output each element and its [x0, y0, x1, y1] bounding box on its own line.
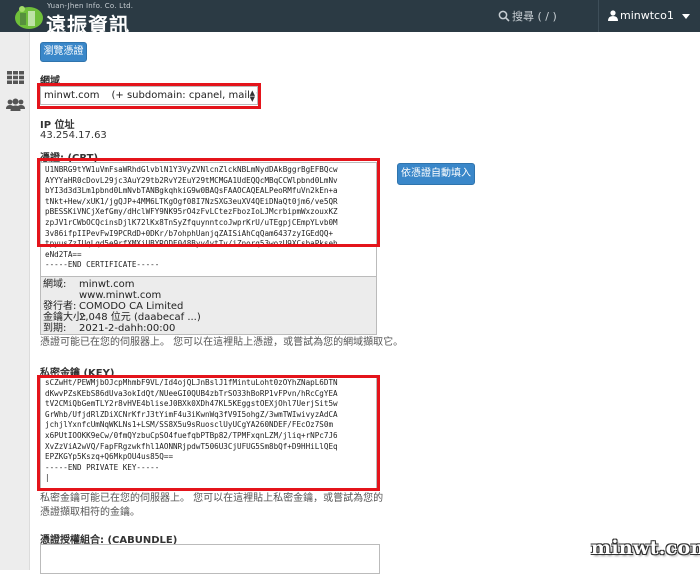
crt-line: bYI3d3d3Lm1pbnd0LmNvbTANBgkqhkiG9w0BAQsF…	[45, 186, 338, 196]
key-line: GrWhb/UfjdRlZDiXCNrKfrJ3tYimF4u3iKwnWq3f…	[45, 409, 338, 419]
detail-row: 到期: 2021-2-dahh:00:00	[41, 323, 376, 334]
key-line: EPZKGYp5Kszq+Q6MkpOU4us85Q==	[45, 452, 174, 462]
key-line: dKwvPZsKEbS86dUva3okIdQt/NUeeGI0QUB4zbTr…	[45, 388, 338, 398]
detail-key: 發行者:	[43, 301, 77, 312]
detail-value: 2,048 位元 (daabecaf ...)	[79, 312, 201, 323]
logo-mark-icon	[15, 6, 43, 29]
grid-icon[interactable]	[7, 71, 24, 84]
crt-line: tNkt+Hew/xUK1/jgQJP+4MM6LTKgOgf08I7NzSXG…	[45, 196, 338, 206]
brand-name: 遠振資訊	[46, 13, 130, 37]
crt-textarea[interactable]: U1NBRG9tYW1uVmFsaWRhdGlvblN1Y3VyZVNlcnZl…	[40, 162, 377, 277]
user-menu[interactable]: minwtco1	[620, 9, 674, 22]
crt-note: 憑證可能已在您的伺服器上。 您可以在這裡貼上憑證，或嘗試為您的網域擷取它。	[40, 337, 404, 348]
chevron-down-icon[interactable]	[682, 14, 690, 19]
autofill-by-certificate-button[interactable]: 依憑證自動填入	[397, 163, 475, 185]
ip-label: IP 位址	[40, 120, 75, 131]
detail-value: 2021-2-dahh:00:00	[79, 323, 176, 334]
select-arrows-icon: ▲ ▼	[249, 89, 255, 103]
domain-value: minwt.com	[44, 90, 100, 101]
key-line: -----END PRIVATE KEY-----	[45, 462, 160, 472]
certificate-details: 網域: minwt.com www.minwt.com 發行者: COMODO CA L…	[40, 277, 377, 335]
watermark-text: minwt.com	[591, 537, 700, 559]
key-textarea[interactable]: sCZwHt/PEWMjbOJcpMhmbF9VL/Id4ojQLJnBslJ1…	[40, 375, 377, 490]
divider	[598, 0, 599, 32]
crt-line: AYYYaHR0cDovL29jc3AuY29tb2RvY2EuY29tMCMG…	[45, 175, 338, 185]
ip-value: 43.254.17.63	[40, 130, 107, 141]
browse-certificates-button[interactable]: 瀏覽憑證	[40, 42, 87, 62]
search-input[interactable]	[512, 7, 582, 25]
user-icon	[608, 10, 618, 21]
crt-line: zpJV1rCWbOCQcinsDjlK72lKx8TnSyZfquynntco…	[45, 217, 338, 227]
detail-value: www.minwt.com	[79, 290, 162, 301]
crt-line: tpyusZzIUqLqd5e9rfXMXiUBYRQDE048Byv4vtTv…	[45, 239, 338, 249]
domain-select[interactable]: minwt.com (+ subdomain: cpanel, mail, web…	[40, 86, 258, 105]
detail-row: 金鑰大小: 2,048 位元 (daabecaf ...)	[41, 312, 376, 323]
users-icon[interactable]	[6, 98, 25, 111]
detail-value: minwt.com	[79, 279, 135, 290]
crt-line: 3v86ifpIIPevFwI9PCRdD+0DKr/b7ohphUanjqZA…	[45, 228, 334, 238]
key-line: tV2CMiQbGemTLY2r8vHVE4bliseJ0BXk0XDh47KL…	[45, 399, 338, 409]
crt-line: eNd2TA==	[45, 249, 82, 259]
crt-line: pBESSKiVNCjXefGmy/dHclWFY9NK95rO4zFvLCte…	[45, 207, 338, 217]
domain-label: 網域	[40, 76, 60, 87]
domain-subdomains: (+ subdomain: cpanel, mail, webdisk, v	[111, 90, 258, 101]
top-bar: Yuan-Jhen Info. Co. Ltd. 遠振資訊 minwtco1	[0, 0, 700, 37]
key-line: jchjlYxnfcUmNqWKLNs1+LSM/SS8X5u9sRuosclU…	[45, 420, 334, 430]
detail-value: COMODO CA Limited	[79, 301, 184, 312]
crt-line: -----END CERTIFICATE-----	[45, 260, 160, 270]
key-line: XvZzViA2wVQ/FapFRgzwkfhl1AONNRjpdwT506U3…	[45, 441, 338, 451]
watermark: minwt.com	[591, 537, 700, 565]
detail-row: www.minwt.com	[41, 290, 376, 301]
key-line: sCZwHt/PEWMjbOJcpMhmbF9VL/Id4ojQLJnBslJ1…	[45, 378, 338, 387]
detail-row: 網域: minwt.com	[41, 279, 376, 290]
search-icon	[498, 10, 510, 22]
key-line: |	[45, 473, 50, 483]
sidebar	[0, 32, 30, 570]
detail-key: 網域:	[43, 279, 67, 290]
key-line: x6PUtIOOKK9eCw/0fmQYzbuCpSO4fuefqbPTBp82…	[45, 430, 338, 440]
detail-key: 到期:	[43, 323, 67, 334]
detail-row: 發行者: COMODO CA Limited	[41, 301, 376, 312]
key-note: 私密金鑰可能已在您的伺服器上。 您可以在這裡貼上私密金鑰，或嘗試為您的憑證擷取相…	[40, 493, 384, 518]
crt-line: U1NBRG9tYW1uVmFsaWRhdGlvblN1Y3VyZVNlcnZl…	[45, 165, 338, 174]
